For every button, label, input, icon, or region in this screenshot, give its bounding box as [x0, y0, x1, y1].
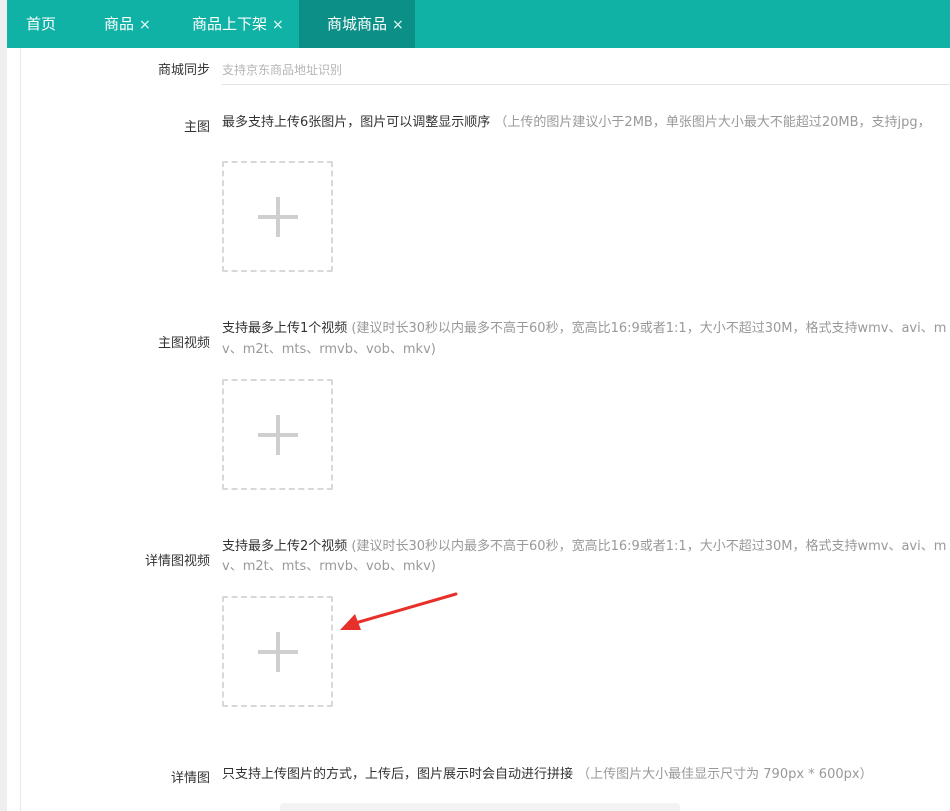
main-image-upload-button[interactable] — [222, 161, 333, 272]
main-video-hint-line2: v、m2t、mts、rmvb、vob、mkv) — [222, 342, 436, 357]
tab-goods-shelf[interactable]: 商品上下架 × — [192, 0, 284, 48]
tab-home[interactable]: 首页 — [26, 0, 56, 48]
main-video-upload-button[interactable] — [222, 379, 333, 490]
detail-image-description: 只支持上传图片的方式，上传后，图片展示时会自动进行拼接 （上传图片大小最佳显示尺… — [222, 764, 873, 785]
close-icon[interactable]: × — [392, 1, 404, 49]
sync-input[interactable] — [222, 55, 950, 85]
detail-video-upload-button[interactable] — [222, 596, 333, 707]
tab-bar: 首页 商品 × 商品上下架 × 商城商品 × — [7, 0, 950, 48]
page: 首页 商品× 商品上下架× 商城商品× 商城同步 主图 最多支持上传6张图片，图… — [0, 0, 950, 811]
tab-goods-shelf-label: 商品上下架 — [192, 15, 268, 33]
main-video-description: 支持最多上传1个视频 (建议时长30秒以内最多不高于60秒，宽高比16:9或者1… — [222, 318, 946, 339]
red-arrow-icon — [340, 592, 458, 630]
tab-goods-label: 商品 — [104, 15, 135, 33]
close-icon[interactable]: × — [139, 1, 151, 49]
close-icon[interactable]: × — [272, 1, 284, 49]
detail-image-label: 详情图 — [170, 771, 210, 786]
main-image-label: 主图 — [183, 120, 210, 135]
detail-video-hint-line2: v、m2t、mts、rmvb、vob、mkv) — [222, 559, 436, 574]
left-divider — [20, 48, 21, 811]
main-image-hint: （上传的图片建议小于2MB，单张图片大小最大不能超过20MB，支持jpg， — [494, 115, 931, 130]
plus-icon — [257, 196, 298, 237]
main-video-primary: 支持最多上传1个视频 — [222, 321, 348, 336]
detail-video-hint-line1: (建议时长30秒以内最多不高于60秒，宽高比16:9或者1:1，大小不超过30M… — [351, 539, 947, 554]
tab-mall-goods[interactable]: 商城商品 × — [299, 0, 415, 48]
tab-goods[interactable]: 商品 × — [104, 0, 151, 48]
tab-mall-goods-label: 商城商品 — [327, 15, 388, 33]
detail-video-primary: 支持最多上传2个视频 — [222, 539, 348, 554]
main-video-hint-line1: (建议时长30秒以内最多不高于60秒，宽高比16:9或者1:1，大小不超过30M… — [351, 321, 947, 336]
detail-video-label: 详情图视频 — [144, 554, 210, 569]
main-image-primary: 最多支持上传6张图片，图片可以调整显示顺序 — [222, 115, 491, 130]
tab-home-label: 首页 — [26, 15, 57, 33]
plus-icon — [257, 414, 298, 455]
sync-label: 商城同步 — [157, 63, 210, 78]
detail-video-description: 支持最多上传2个视频 (建议时长30秒以内最多不高于60秒，宽高比16:9或者1… — [222, 536, 946, 557]
detail-image-hint: （上传图片大小最佳显示尺寸为 790px * 600px） — [577, 767, 873, 782]
detail-image-primary: 只支持上传图片的方式，上传后，图片展示时会自动进行拼接 — [222, 767, 574, 782]
main-video-label: 主图视频 — [157, 336, 210, 351]
plus-icon — [257, 631, 298, 672]
left-strip — [0, 0, 7, 811]
main-image-description: 最多支持上传6张图片，图片可以调整显示顺序 （上传的图片建议小于2MB，单张图片… — [222, 112, 931, 133]
next-section-edge — [280, 803, 680, 811]
